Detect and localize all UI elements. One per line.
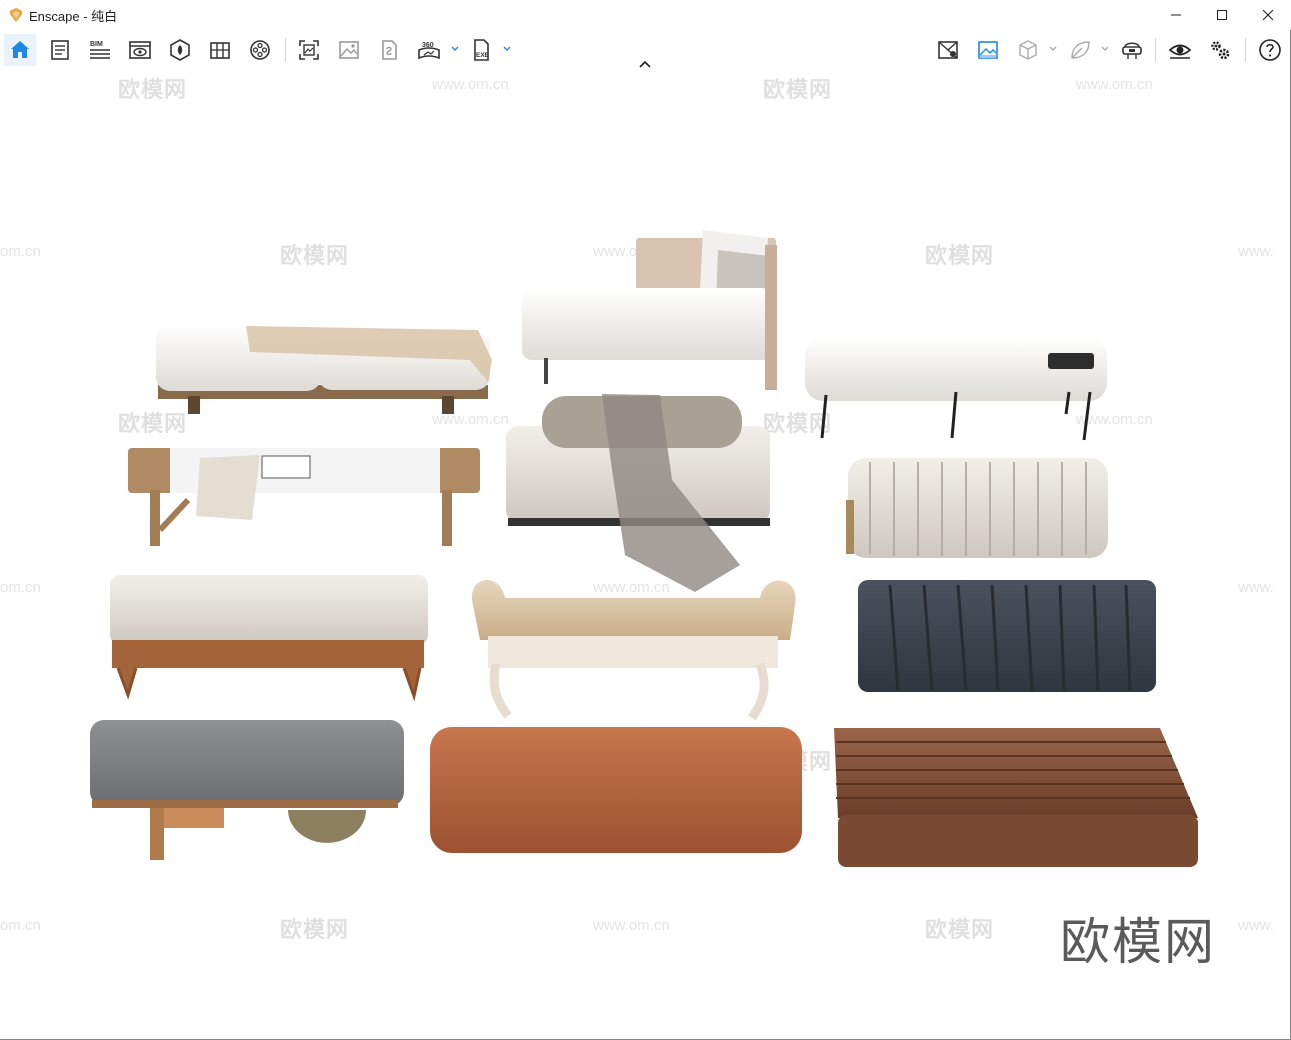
home-button[interactable] bbox=[4, 34, 36, 66]
leaf-chevron-down-icon[interactable] bbox=[1100, 44, 1110, 54]
help-icon bbox=[1259, 39, 1281, 61]
material-icon bbox=[210, 42, 230, 59]
image-button[interactable] bbox=[333, 34, 365, 66]
panorama-chevron-down-icon[interactable] bbox=[450, 44, 460, 54]
cube-chevron-down-icon[interactable] bbox=[1048, 44, 1058, 54]
leaf-button[interactable] bbox=[1064, 34, 1096, 66]
toolbar-separator bbox=[285, 38, 286, 62]
help-button[interactable] bbox=[1254, 34, 1286, 66]
settings-button[interactable] bbox=[1204, 34, 1236, 66]
bim-icon: BIM bbox=[90, 41, 110, 59]
render-viewport[interactable]: 欧模网 www.om.cn 欧模网 www.om.cn om.cn 欧模网 ww… bbox=[0, 70, 1291, 1040]
furniture-navy-ottoman bbox=[858, 580, 1156, 692]
bim-button[interactable]: BIM bbox=[84, 34, 116, 66]
batch-render-button[interactable] bbox=[373, 34, 405, 66]
notes-icon bbox=[51, 40, 69, 60]
minimize-button[interactable] bbox=[1153, 0, 1199, 30]
visibility-button[interactable] bbox=[1164, 34, 1196, 66]
panorama-button[interactable]: 360 bbox=[413, 34, 445, 66]
vr-headset-icon bbox=[1122, 42, 1142, 59]
export-chevron-down-icon[interactable] bbox=[502, 44, 512, 54]
furniture-render-scene bbox=[90, 230, 1198, 867]
video-reel-icon bbox=[250, 40, 270, 60]
cube-view-button[interactable] bbox=[1012, 34, 1044, 66]
close-button[interactable] bbox=[1245, 0, 1291, 30]
background-image-icon bbox=[978, 41, 998, 59]
view-eye-icon bbox=[129, 41, 151, 59]
screenshot-icon bbox=[299, 40, 319, 60]
furniture-bolster-bench bbox=[506, 394, 770, 592]
maximize-button[interactable] bbox=[1199, 0, 1245, 30]
brand-watermark: 欧模网 bbox=[1060, 913, 1216, 971]
panorama-360-icon: 360 bbox=[418, 42, 440, 60]
image-icon bbox=[339, 41, 359, 59]
map-pin-button[interactable] bbox=[932, 34, 964, 66]
export-exe-icon: EXE bbox=[474, 39, 490, 61]
furniture-channel-ottoman bbox=[846, 458, 1108, 558]
title-bar: Enscape - 纯白 bbox=[0, 0, 1291, 30]
enscape-logo-icon bbox=[10, 8, 22, 22]
cube-view-icon bbox=[1019, 40, 1037, 60]
leaf-icon bbox=[1071, 41, 1090, 59]
close-icon bbox=[1262, 9, 1274, 21]
home-icon bbox=[11, 41, 29, 58]
asset-library-button[interactable] bbox=[164, 34, 196, 66]
furniture-channel-bench bbox=[834, 728, 1198, 867]
furniture-carved-tufted-bench bbox=[110, 575, 428, 702]
exe-label: EXE bbox=[476, 52, 490, 59]
map-pin-icon bbox=[938, 41, 958, 59]
view-button[interactable] bbox=[124, 34, 156, 66]
bim-label: BIM bbox=[90, 41, 103, 48]
toolbar-separator bbox=[1155, 38, 1156, 62]
screenshot-button[interactable] bbox=[293, 34, 325, 66]
maximize-icon bbox=[1217, 10, 1227, 20]
batch-render-icon bbox=[382, 40, 397, 60]
furniture-chaise-lounge bbox=[522, 230, 777, 390]
settings-icon bbox=[1211, 41, 1230, 60]
window-title: Enscape - 纯白 bbox=[29, 8, 118, 24]
furniture-daybed-throw bbox=[156, 325, 492, 414]
furniture-leather-ottoman bbox=[430, 727, 802, 853]
notes-button[interactable] bbox=[44, 34, 76, 66]
furniture-bench-tray bbox=[805, 337, 1107, 441]
background-image-button[interactable] bbox=[972, 34, 1004, 66]
collapse-toolbar-chevron-up-icon[interactable] bbox=[636, 58, 654, 70]
furniture-classic-bench bbox=[471, 579, 796, 721]
material-editor-button[interactable] bbox=[204, 34, 236, 66]
furniture-gray-bench bbox=[90, 720, 404, 860]
export-exe-button[interactable]: EXE bbox=[466, 34, 498, 66]
visibility-icon bbox=[1168, 44, 1192, 59]
minimize-icon bbox=[1171, 14, 1181, 16]
asset-library-icon bbox=[170, 39, 190, 61]
furniture-wood-bench bbox=[128, 448, 480, 546]
toolbar-separator bbox=[1245, 38, 1246, 62]
vr-headset-button[interactable] bbox=[1116, 34, 1148, 66]
video-editor-button[interactable] bbox=[244, 34, 276, 66]
